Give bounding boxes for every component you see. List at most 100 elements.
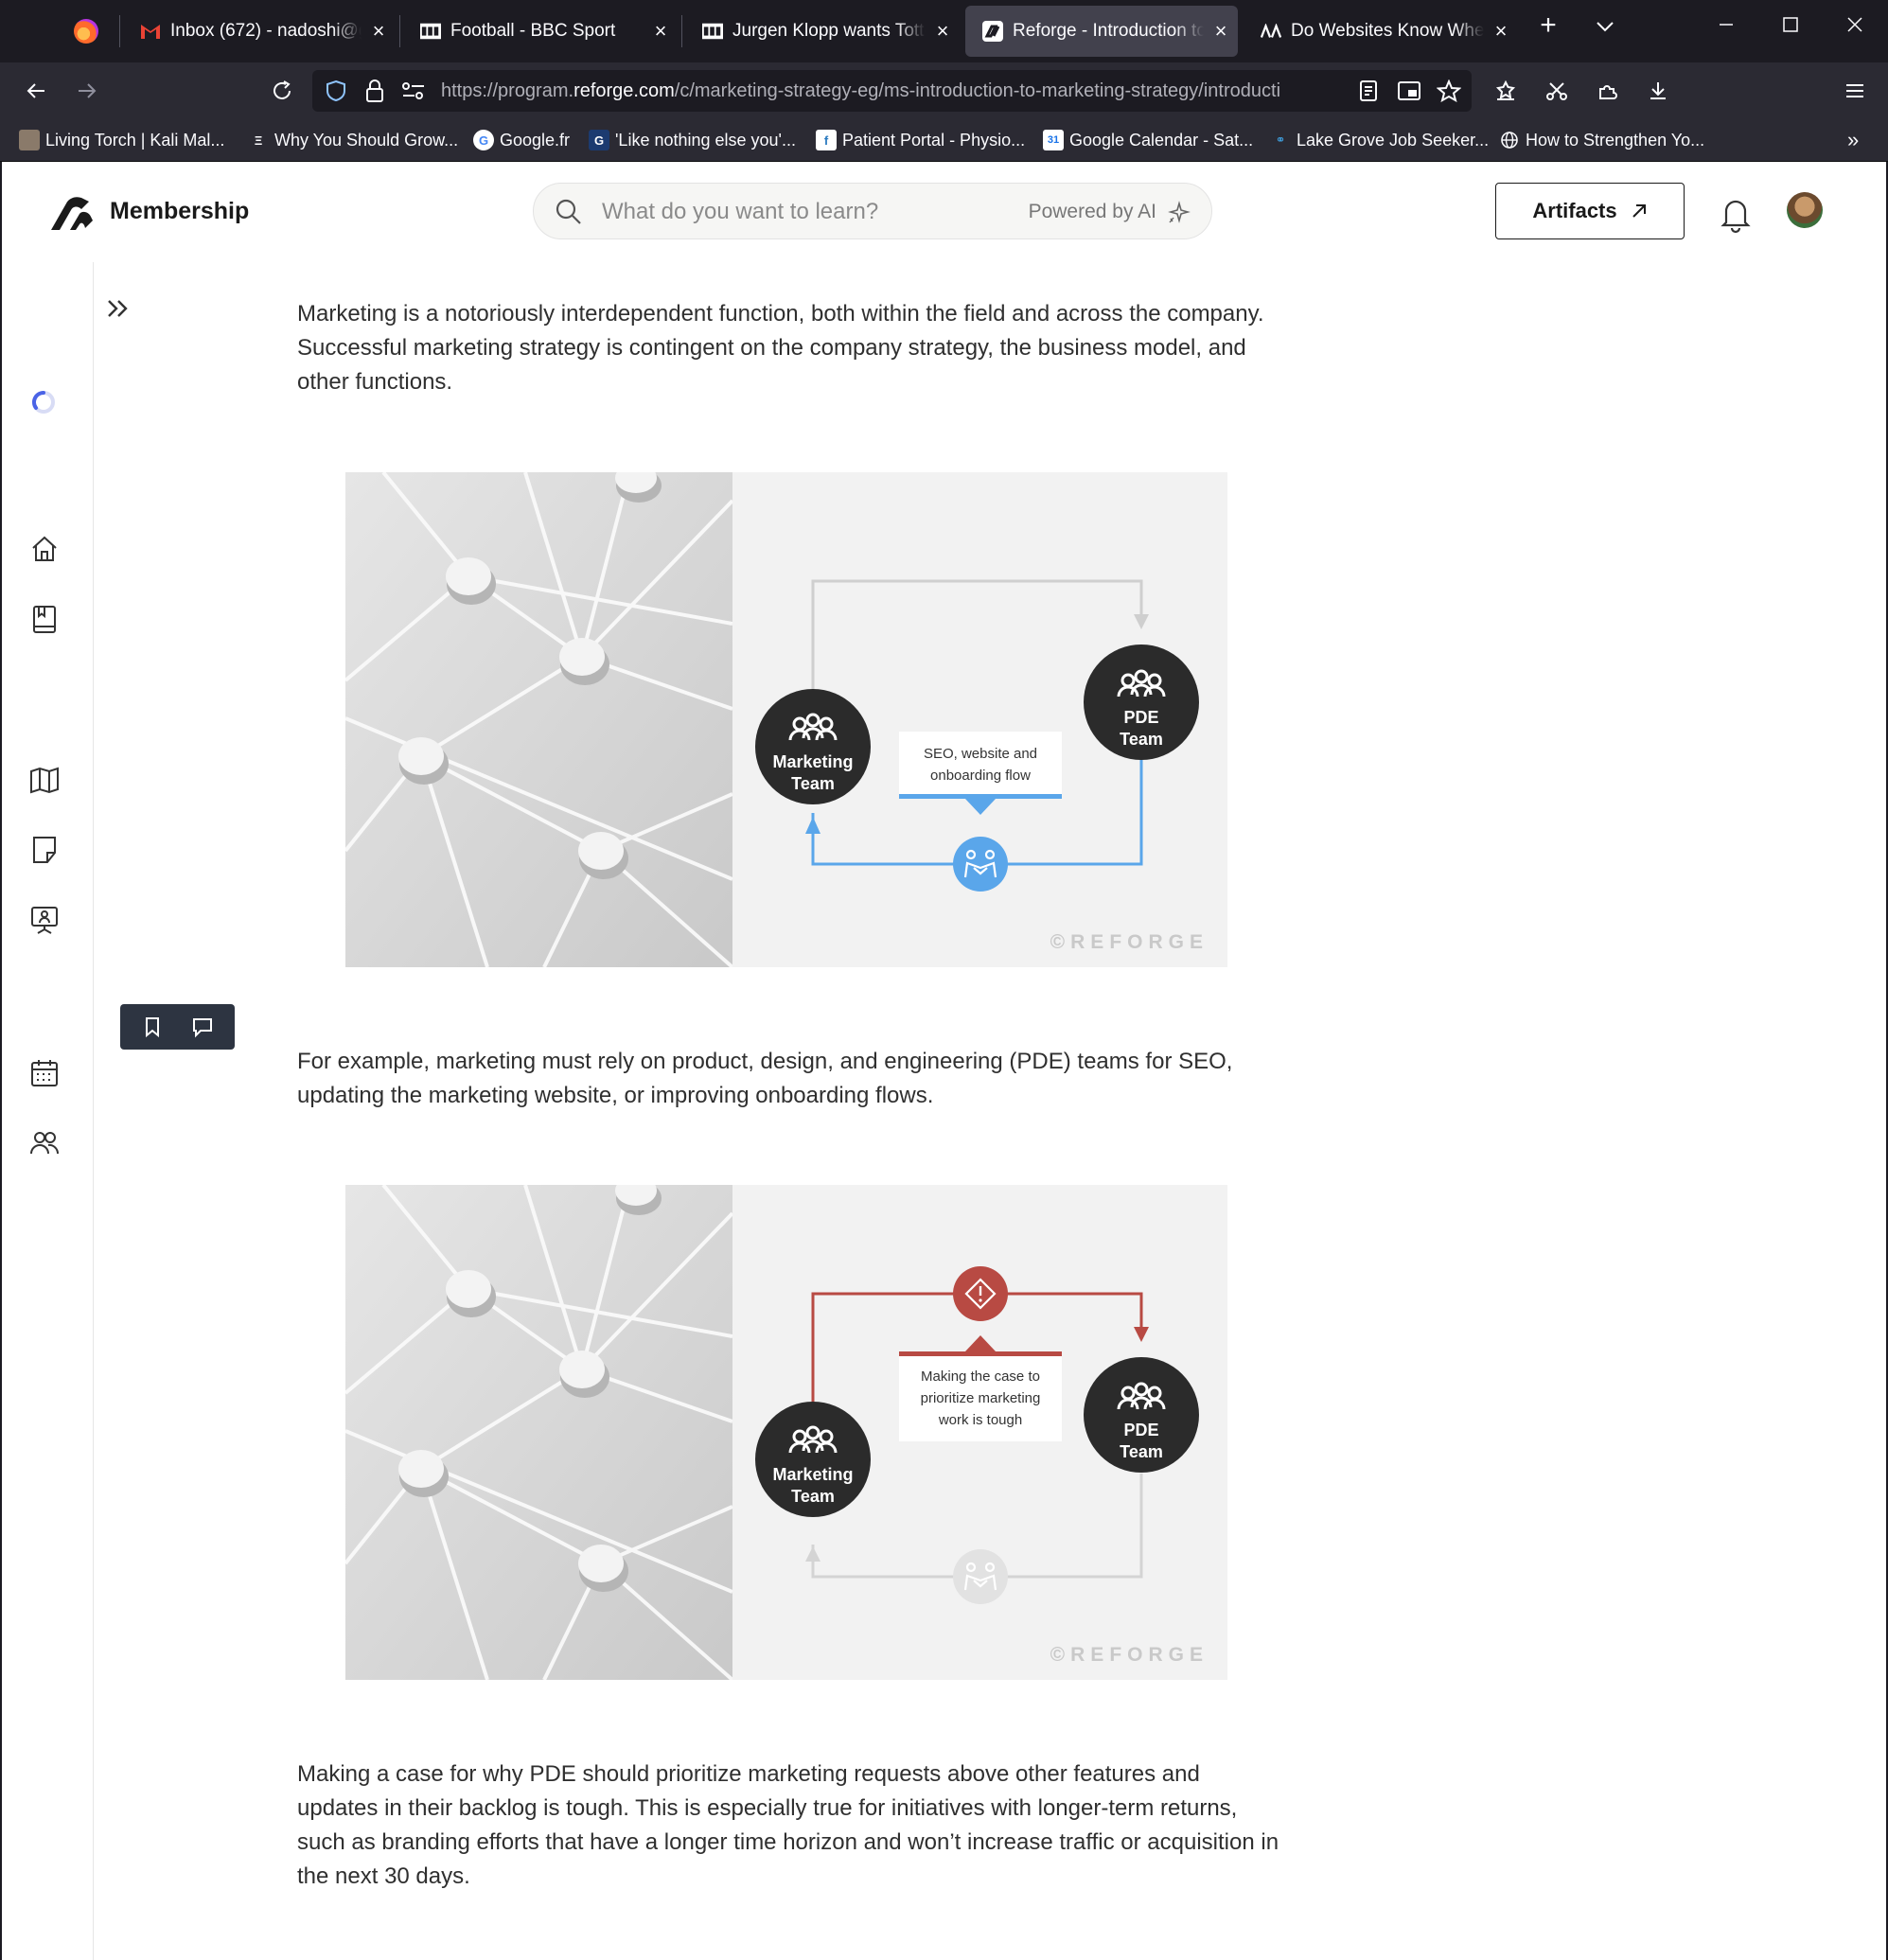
bookmark-item[interactable]: Ξ Why You Should Grow...	[248, 128, 458, 152]
tab-reforge[interactable]: Reforge - Introduction to I ×	[965, 6, 1238, 57]
right-node-label: PDE	[1123, 708, 1158, 727]
close-tab-icon[interactable]: ×	[1484, 19, 1518, 44]
address-bar[interactable]: https://program.reforge.com/c/marketing-…	[312, 70, 1472, 112]
warning-node	[953, 1266, 1008, 1321]
bookmark-item[interactable]: Living Torch | Kali Mal...	[19, 128, 224, 152]
url-text[interactable]: https://program.reforge.com/c/marketing-…	[441, 80, 1350, 102]
callout-text: prioritize marketing	[921, 1390, 1041, 1406]
highlight-toolbar	[120, 1004, 235, 1050]
tab-title: Inbox (672) - nadoshi@gm	[170, 21, 362, 41]
diagram-figure-2: Making the case to prioritize marketing …	[345, 1185, 1227, 1680]
close-tab-icon[interactable]: ×	[1204, 19, 1238, 44]
bookmark-label: Lake Grove Job Seeker...	[1297, 130, 1490, 150]
tab-title: Do Websites Know When Y	[1291, 21, 1484, 41]
left-node-label: Marketing	[772, 1465, 853, 1484]
bookmark-item[interactable]: G Google.fr	[473, 128, 570, 152]
bookmark-label: Google Calendar - Sat...	[1069, 130, 1254, 150]
search-input[interactable]	[600, 195, 1020, 229]
saved-library-icon[interactable]	[28, 603, 62, 637]
calendar-icon[interactable]	[28, 1057, 62, 1091]
left-sidebar	[2, 262, 94, 1960]
more-bookmarks-icon[interactable]: »	[1847, 128, 1859, 152]
extensions-icon[interactable]	[1589, 72, 1627, 110]
bookmark-item[interactable]: How to Strengthen Yo...	[1499, 128, 1704, 152]
dependency-diagram: Marketing Team PDE Team SEO, website and…	[755, 579, 1199, 892]
external-arrow-icon	[1631, 203, 1648, 220]
close-window-icon[interactable]	[1836, 13, 1874, 40]
tab-inbox[interactable]: Inbox (672) - nadoshi@gm ×	[123, 6, 396, 57]
guardian-icon: G	[589, 130, 609, 150]
tab-title: Reforge - Introduction to I	[1013, 21, 1204, 41]
browser-tab-bar: Inbox (672) - nadoshi@gm × Football - BB…	[0, 0, 1888, 62]
bookmark-item[interactable]: f Patient Portal - Physio...	[816, 128, 1025, 152]
notes-icon[interactable]	[28, 834, 62, 868]
gmail-icon	[140, 21, 161, 42]
permissions-icon[interactable]	[401, 81, 426, 105]
picture-in-picture-icon[interactable]	[1397, 80, 1421, 106]
search-icon	[555, 198, 583, 231]
diagram-figure-1: Marketing Team PDE Team SEO, website and…	[345, 472, 1227, 967]
image-thumb-icon	[19, 130, 40, 150]
right-node: PDE Team	[1084, 645, 1199, 760]
screenshot-icon[interactable]	[1538, 72, 1576, 110]
comment-icon[interactable]	[191, 1015, 214, 1038]
close-tab-icon[interactable]: ×	[362, 19, 396, 44]
tab-websites[interactable]: Do Websites Know When Y ×	[1244, 6, 1518, 57]
bookmark-icon[interactable]	[141, 1015, 164, 1038]
maximize-icon[interactable]	[1772, 13, 1809, 40]
pocket-icon[interactable]	[1487, 72, 1525, 110]
site-icon	[1261, 21, 1281, 42]
notification-bell-icon[interactable]	[1717, 194, 1755, 234]
reload-icon[interactable]	[263, 72, 301, 110]
brand-name[interactable]: Membership	[110, 198, 249, 225]
bookmark-label: Living Torch | Kali Mal...	[45, 130, 225, 150]
lock-icon[interactable]	[364, 79, 385, 108]
back-icon[interactable]	[17, 72, 55, 110]
right-node-label: PDE	[1123, 1421, 1158, 1439]
loading-spinner-icon	[30, 389, 64, 423]
callout-box: Making the case to prioritize marketing …	[899, 1335, 1062, 1441]
bookmark-item[interactable]: ⚭ Lake Grove Job Seeker...	[1270, 128, 1490, 152]
bookmark-item[interactable]: G 'Like nothing else you'...	[589, 128, 796, 152]
close-tab-icon[interactable]: ×	[926, 19, 960, 44]
search-bar[interactable]: Powered by AI	[533, 183, 1212, 239]
tab-klopp[interactable]: Jurgen Klopp wants Totten ×	[685, 6, 960, 57]
bookmark-star-icon[interactable]	[1436, 79, 1462, 107]
close-tab-icon[interactable]: ×	[644, 19, 678, 44]
reforge-logo-icon[interactable]	[47, 192, 95, 234]
expand-sidebar-icon[interactable]	[104, 294, 132, 323]
calendar-icon: 31	[1043, 130, 1064, 150]
bookmark-label: 'Like nothing else you'...	[615, 130, 796, 150]
callout-text: onboarding flow	[930, 768, 1031, 784]
minimize-icon[interactable]	[1707, 13, 1745, 40]
bookmark-item[interactable]: 31 Google Calendar - Sat...	[1043, 128, 1253, 152]
left-node: Marketing Team	[755, 1402, 871, 1517]
firefox-menu-icon[interactable]	[74, 19, 98, 44]
list-tabs-icon[interactable]	[1586, 13, 1624, 40]
callout-box: SEO, website and onboarding flow	[899, 732, 1062, 815]
community-icon[interactable]	[28, 1127, 62, 1161]
tab-title: Jurgen Klopp wants Totten	[732, 21, 926, 41]
callout-text: Making the case to	[921, 1368, 1040, 1385]
web-page: Membership Powered by AI Artifacts	[2, 162, 1886, 1960]
left-node: Marketing Team	[755, 689, 871, 804]
artifacts-button[interactable]: Artifacts	[1495, 183, 1685, 239]
new-tab-icon[interactable]: +	[1529, 9, 1567, 42]
sparkle-ai-icon	[1166, 201, 1191, 230]
article-paragraph: Marketing is a notoriously interdependen…	[297, 301, 1264, 395]
home-icon[interactable]	[28, 533, 62, 567]
browser-navigation-bar: https://program.reforge.com/c/marketing-…	[0, 62, 1888, 119]
reader-view-icon[interactable]	[1359, 80, 1378, 106]
right-node: PDE Team	[1084, 1357, 1199, 1473]
live-events-icon[interactable]	[28, 904, 62, 938]
handshake-node	[953, 1549, 1008, 1604]
blocker-diagram: Making the case to prioritize marketing …	[755, 1266, 1199, 1604]
guide-map-icon[interactable]	[28, 764, 62, 798]
tab-football[interactable]: Football - BBC Sport ×	[403, 6, 678, 57]
user-avatar[interactable]	[1787, 192, 1823, 228]
forward-icon[interactable]	[68, 72, 106, 110]
app-menu-icon[interactable]	[1836, 72, 1874, 110]
url-path: /c/marketing-strategy-eg/ms-introduction…	[674, 80, 1281, 101]
tracking-shield-icon[interactable]	[326, 79, 346, 107]
downloads-icon[interactable]	[1639, 72, 1677, 110]
